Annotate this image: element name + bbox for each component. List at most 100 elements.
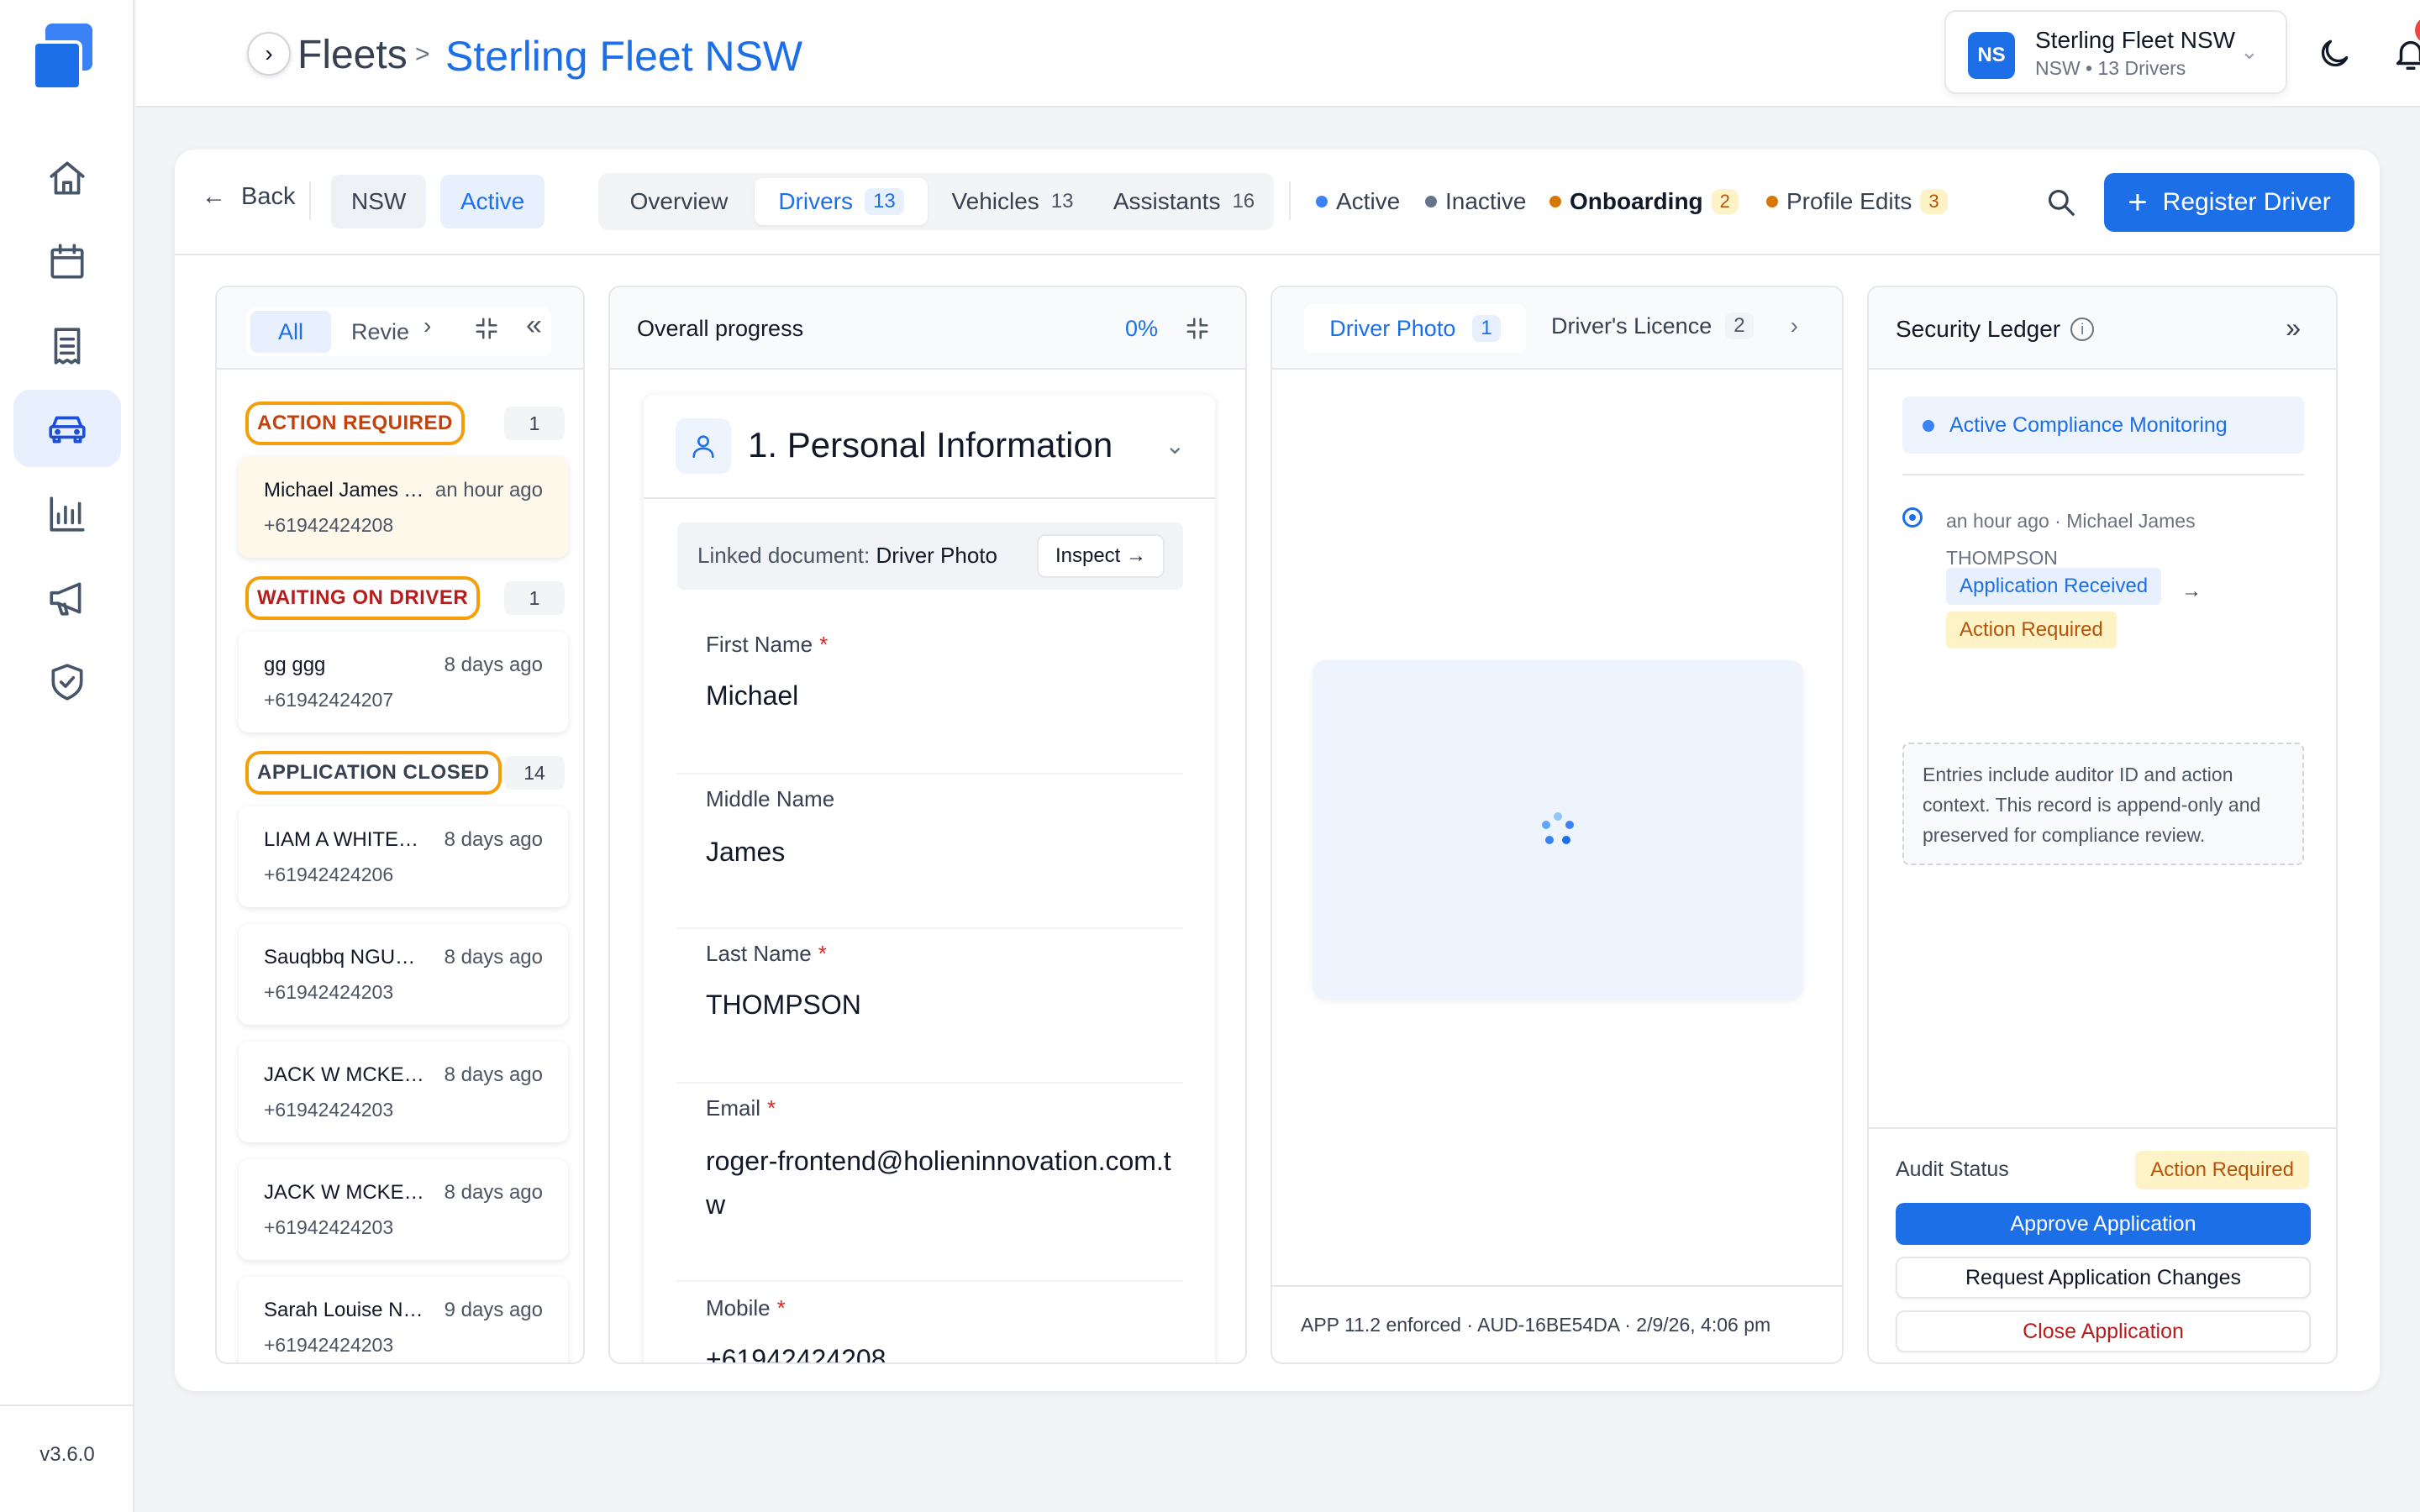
compliance-monitoring-banner: Active Compliance Monitoring: [1902, 396, 2304, 454]
mobile-field[interactable]: Mobile * +61942424208: [677, 1295, 1183, 1364]
status-chip[interactable]: Active: [440, 175, 545, 228]
nav-reports[interactable]: [13, 475, 121, 553]
collapse-right-icon[interactable]: »: [2286, 312, 2301, 344]
group-count: 1: [504, 407, 565, 440]
document-preview[interactable]: [1313, 660, 1803, 1000]
filter-onboarding[interactable]: Onboarding 2: [1549, 188, 1739, 215]
linked-document-prefix: Linked document:: [697, 543, 871, 568]
minimize-icon[interactable]: [474, 316, 499, 341]
middle-name-field[interactable]: Middle Name James: [677, 786, 1183, 929]
collapse-left-icon[interactable]: «: [526, 309, 542, 342]
list-item[interactable]: Sarah Louise NGUYEN 9 days ago +61942424…: [239, 1277, 568, 1362]
last-name-value: THOMPSON: [706, 990, 861, 1020]
calendar-icon: [50, 244, 84, 279]
group-application-closed[interactable]: APPLICATION CLOSED 14: [245, 751, 565, 795]
required-marker: *: [819, 632, 829, 657]
field-label-text: First Name: [706, 632, 813, 657]
driver-updated: 8 days ago: [444, 946, 543, 969]
chevron-right-icon[interactable]: ›: [1791, 312, 1798, 339]
minimize-icon[interactable]: [1185, 316, 1210, 341]
nav-calendar[interactable]: [13, 223, 121, 301]
driver-phone: +61942424203: [264, 1334, 394, 1356]
personal-information-section: 1. Personal Information ⌄ Linked documen…: [644, 395, 1215, 1364]
monitoring-text: Active Compliance Monitoring: [1949, 413, 2228, 437]
first-name-label: First Name *: [706, 632, 828, 658]
filter-onboarding-label: Onboarding: [1570, 188, 1703, 214]
list-item[interactable]: JACK W MCKENZIE 8 days ago +61942424203: [239, 1042, 568, 1142]
filter-profile-edits-label: Profile Edits: [1786, 188, 1912, 214]
nav-campaigns[interactable]: [13, 559, 121, 637]
breadcrumb-fleets[interactable]: Fleets: [297, 32, 408, 78]
driver-phone: +61942424203: [264, 981, 394, 1003]
status-dot: [1923, 420, 1934, 432]
bar-chart-icon: [50, 496, 85, 532]
nav-drivers[interactable]: [13, 390, 121, 467]
filter-active[interactable]: Active: [1316, 188, 1400, 215]
bell-icon[interactable]: [2391, 34, 2420, 74]
tab-drivers-licence-label: Driver's Licence: [1551, 312, 1712, 339]
tab-vehicles[interactable]: Vehicles 13: [931, 178, 1094, 225]
mobile-value: +61942424208: [706, 1344, 886, 1364]
first-name-field[interactable]: First Name * Michael: [677, 632, 1183, 774]
search-icon[interactable]: [2045, 186, 2077, 218]
mobile-label: Mobile *: [706, 1295, 786, 1321]
tab-vehicles-count: 13: [1050, 190, 1074, 213]
status-from-badge: Application Received: [1946, 568, 2162, 605]
request-changes-button[interactable]: Request Application Changes: [1896, 1257, 2311, 1299]
tab-drivers[interactable]: Drivers 13: [755, 178, 928, 225]
inspect-button[interactable]: Inspect →: [1036, 534, 1165, 578]
timeline-meta: an hour ago · Michael James THOMPSON: [1946, 510, 2196, 569]
moon-icon[interactable]: [2316, 35, 2353, 72]
list-item[interactable]: Sauqbbq NGUYEN 8 days ago +61942424203: [239, 924, 568, 1025]
register-driver-button[interactable]: + Register Driver: [2104, 173, 2354, 232]
email-label: Email *: [706, 1095, 776, 1121]
arrow-right-icon: →: [2181, 580, 2202, 602]
ledger-title-text: Security Ledger: [1896, 316, 2061, 342]
app-logo[interactable]: [30, 24, 103, 94]
tab-drivers-licence[interactable]: Driver's Licence 2: [1551, 312, 1754, 339]
driver-phone: +61942424207: [264, 689, 394, 711]
list-item[interactable]: Michael James THOMPSON an hour ago +6194…: [239, 457, 568, 558]
region-chip[interactable]: NSW: [331, 175, 427, 228]
email-field[interactable]: Email * roger-frontend@holieninnovation.c…: [677, 1095, 1183, 1282]
fleet-switcher[interactable]: NS Sterling Fleet NSW NSW • 13 Drivers ⌄: [1944, 10, 2287, 94]
group-waiting-on-driver[interactable]: WAITING ON DRIVER 1: [245, 576, 565, 620]
chevron-down-icon[interactable]: ⌄: [1165, 432, 1185, 459]
approve-application-button[interactable]: Approve Application: [1896, 1203, 2311, 1245]
car-icon: [49, 416, 86, 444]
user-icon: [676, 418, 731, 474]
tab-assistants[interactable]: Assistants 16: [1097, 178, 1270, 225]
sidebar-toggle-button[interactable]: ›: [247, 32, 291, 76]
filter-profile-edits-count: 3: [1920, 189, 1948, 214]
required-marker: *: [767, 1095, 776, 1121]
filter-inactive-label: Inactive: [1445, 188, 1527, 214]
nav-compliance[interactable]: [13, 643, 121, 721]
list-tab-review[interactable]: Review: [351, 319, 408, 345]
document-tabs-header: Driver Photo 1 Driver's Licence 2 ›: [1272, 287, 1842, 370]
tab-vehicles-label: Vehicles: [951, 188, 1039, 214]
nav-home[interactable]: [13, 139, 121, 217]
last-name-field[interactable]: Last Name * THOMPSON: [677, 941, 1183, 1084]
list-tab-all[interactable]: All: [250, 311, 331, 353]
back-button[interactable]: ← Back: [202, 183, 295, 211]
info-icon[interactable]: i: [2070, 318, 2095, 341]
tab-overview[interactable]: Overview: [603, 178, 755, 225]
tab-drivers-label: Drivers: [778, 188, 853, 214]
nav-documents[interactable]: [13, 307, 121, 385]
required-marker: *: [818, 941, 827, 966]
list-item[interactable]: LIAM A WHITEHEAD 8 days ago +61942424206: [239, 806, 568, 907]
list-filter-tabs: All Review: [247, 307, 551, 356]
ledger-divider: [1902, 474, 2304, 475]
close-application-button[interactable]: Close Application: [1896, 1310, 2311, 1352]
filter-profile-edits[interactable]: Profile Edits 3: [1766, 188, 1948, 215]
list-item[interactable]: gg ggg 8 days ago +61942424207: [239, 632, 568, 732]
filter-inactive[interactable]: Inactive: [1425, 188, 1527, 215]
first-name-value: Michael: [706, 680, 799, 711]
list-item[interactable]: JACK W MCKENZIE 8 days ago +61942424203: [239, 1159, 568, 1260]
workspace-toolbar: ← Back NSW Active Overview Drivers 13 Ve…: [175, 150, 2380, 255]
shield-check-icon: [51, 664, 83, 701]
tab-driver-photo[interactable]: Driver Photo 1: [1304, 304, 1526, 353]
form-header: Overall progress 0%: [610, 287, 1245, 370]
group-action-required[interactable]: ACTION REQUIRED 1: [245, 402, 565, 445]
chevron-right-icon[interactable]: ›: [424, 312, 431, 339]
